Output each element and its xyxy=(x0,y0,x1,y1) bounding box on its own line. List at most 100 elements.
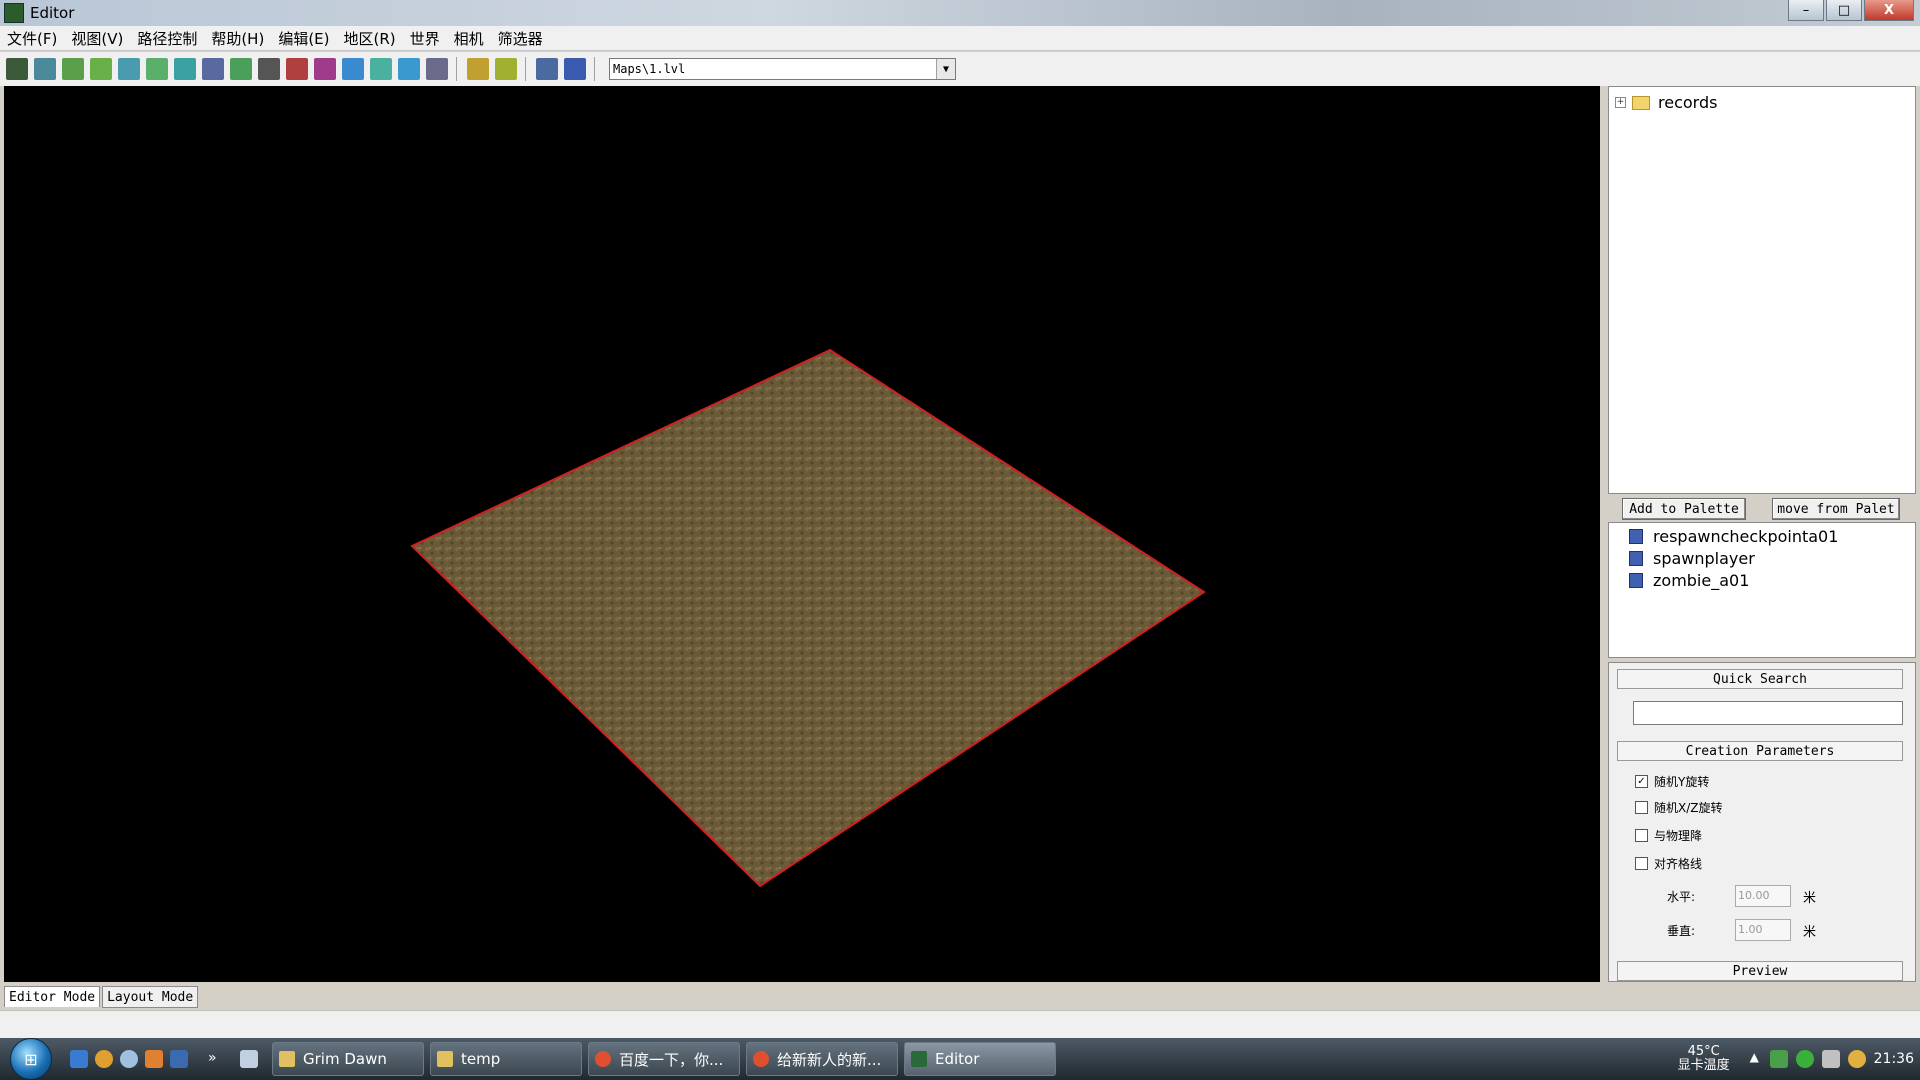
tray-expand-icon[interactable]: ▲ xyxy=(1750,1050,1762,1068)
toolbar: Maps\1.lvl ▼ xyxy=(0,52,1920,86)
palette-list[interactable]: respawncheckpointa01 spawnplayer zombie_… xyxy=(1608,522,1916,658)
terrain-plane[interactable] xyxy=(410,348,1206,888)
water-icon[interactable] xyxy=(174,58,196,80)
checkbox-box[interactable]: ✓ xyxy=(1635,775,1648,788)
smooth-icon[interactable] xyxy=(118,58,140,80)
map-select[interactable]: Maps\1.lvl ▼ xyxy=(609,58,956,80)
level-icon[interactable] xyxy=(342,58,364,80)
menu-view[interactable]: 视图(V) xyxy=(64,28,130,49)
browser-icon[interactable] xyxy=(120,1050,138,1068)
gpu-temperature: 45°C 显卡温度 xyxy=(1678,1045,1730,1073)
random-y-rotation-checkbox[interactable]: ✓ 随机Y旋转 xyxy=(1635,773,1709,790)
map-select-value: Maps\1.lvl xyxy=(613,62,686,76)
vertical-input[interactable]: 1.00 xyxy=(1735,919,1792,941)
security-shield-icon[interactable] xyxy=(1769,1050,1788,1068)
menu-edit[interactable]: 编辑(E) xyxy=(271,28,336,49)
region-icon[interactable] xyxy=(314,58,336,80)
expand-icon[interactable]: + xyxy=(1615,97,1626,108)
remove-from-palette-button[interactable]: move from Palet xyxy=(1772,498,1900,520)
palette-item-label: zombie_a01 xyxy=(1653,571,1750,590)
list-item[interactable]: zombie_a01 xyxy=(1629,571,1749,590)
window-switch-icon[interactable] xyxy=(170,1050,188,1068)
toolbar-separator xyxy=(594,57,595,81)
folder-icon xyxy=(1632,95,1650,110)
ime-icon[interactable] xyxy=(1847,1050,1866,1068)
filter-icon[interactable] xyxy=(426,58,448,80)
path-icon[interactable] xyxy=(230,58,252,80)
volume-icon[interactable] xyxy=(1821,1050,1840,1068)
tree-node-records[interactable]: + records xyxy=(1615,93,1717,112)
close-button[interactable]: X xyxy=(1864,0,1914,21)
horizontal-unit: 米 xyxy=(1803,890,1817,906)
palette-item-label: respawncheckpointa01 xyxy=(1653,527,1839,546)
system-tray: 45°C 显卡温度 ▲ 21:36 xyxy=(1678,1038,1920,1080)
entity-icon[interactable] xyxy=(286,58,308,80)
lower-icon[interactable] xyxy=(90,58,112,80)
undo-icon[interactable] xyxy=(467,58,489,80)
grid-icon[interactable] xyxy=(34,58,56,80)
clock[interactable]: 21:36 xyxy=(1874,1051,1914,1067)
zoom-icon[interactable] xyxy=(536,58,558,80)
camera-icon[interactable] xyxy=(564,58,586,80)
menu-camera[interactable]: 相机 xyxy=(447,28,491,49)
chrome-icon xyxy=(753,1051,769,1067)
quick-search-input[interactable] xyxy=(1633,701,1903,725)
task-browser-guide[interactable]: 给新新人的新... xyxy=(746,1042,898,1076)
horizontal-field: 水平: 10.00 米 xyxy=(1667,885,1816,907)
add-to-palette-button[interactable]: Add to Palette xyxy=(1622,498,1746,520)
checkbox-box[interactable] xyxy=(1635,801,1648,814)
object-icon[interactable] xyxy=(258,58,280,80)
menu-path-control[interactable]: 路径控制 xyxy=(130,28,204,49)
slope-icon[interactable] xyxy=(370,58,392,80)
temperature-label: 显卡温度 xyxy=(1677,1058,1730,1073)
task-editor[interactable]: Editor xyxy=(904,1042,1056,1076)
notepad-icon[interactable] xyxy=(240,1050,258,1068)
game-icon[interactable] xyxy=(145,1050,163,1068)
list-item[interactable]: spawnplayer xyxy=(1629,549,1755,568)
task-grim-dawn[interactable]: Grim Dawn xyxy=(272,1042,424,1076)
snap-to-grid-checkbox[interactable]: 对齐格线 xyxy=(1635,855,1702,872)
menu-world[interactable]: 世界 xyxy=(403,28,447,49)
layout-icon[interactable] xyxy=(202,58,224,80)
chevron-down-icon[interactable]: ▼ xyxy=(936,59,955,79)
redo-icon[interactable] xyxy=(495,58,517,80)
task-temp[interactable]: temp xyxy=(430,1042,582,1076)
task-label: temp xyxy=(461,1050,501,1068)
records-tree[interactable]: + records xyxy=(1608,86,1916,494)
horizontal-input[interactable]: 10.00 xyxy=(1735,885,1792,907)
raise-icon[interactable] xyxy=(62,58,84,80)
random-xz-rotation-checkbox[interactable]: 随机X/Z旋转 xyxy=(1635,799,1723,816)
show-desktop-icon[interactable] xyxy=(70,1050,88,1068)
task-label: Editor xyxy=(935,1050,980,1068)
viewport-3d[interactable] xyxy=(4,86,1600,982)
tab-layout-mode[interactable]: Layout Mode xyxy=(102,986,199,1008)
start-button[interactable]: ⊞ xyxy=(10,1038,52,1080)
menu-region[interactable]: 地区(R) xyxy=(337,28,403,49)
physics-drop-checkbox[interactable]: 与物理降 xyxy=(1635,827,1702,844)
folder-icon xyxy=(279,1051,295,1067)
checkbox-box[interactable] xyxy=(1635,857,1648,870)
tool-icon-group xyxy=(0,58,448,80)
tree-node-label: records xyxy=(1658,93,1718,112)
minimize-button[interactable]: – xyxy=(1788,0,1824,21)
chevron-right-icon[interactable]: » xyxy=(208,1050,226,1068)
terrain-icon[interactable] xyxy=(6,58,28,80)
preview-header[interactable]: Preview xyxy=(1617,961,1903,981)
maximize-button[interactable]: □ xyxy=(1826,0,1862,21)
menu-file[interactable]: 文件(F) xyxy=(0,28,64,49)
sky-icon[interactable] xyxy=(398,58,420,80)
view-icon-group xyxy=(530,58,586,80)
tab-editor-mode[interactable]: Editor Mode xyxy=(4,986,101,1007)
checkbox-label: 对齐格线 xyxy=(1654,857,1703,871)
vertical-unit: 米 xyxy=(1803,924,1817,940)
list-item[interactable]: respawncheckpointa01 xyxy=(1629,527,1838,546)
checkbox-label: 随机X/Z旋转 xyxy=(1654,801,1723,815)
checkbox-box[interactable] xyxy=(1635,829,1648,842)
task-browser-baidu[interactable]: 百度一下，你... xyxy=(588,1042,740,1076)
horizontal-label: 水平: xyxy=(1667,889,1696,904)
menu-filter[interactable]: 筛选器 xyxy=(491,28,550,49)
network-icon[interactable] xyxy=(1795,1050,1814,1068)
paint-icon[interactable] xyxy=(146,58,168,80)
menu-help[interactable]: 帮助(H) xyxy=(204,28,271,49)
media-player-icon[interactable] xyxy=(95,1050,113,1068)
